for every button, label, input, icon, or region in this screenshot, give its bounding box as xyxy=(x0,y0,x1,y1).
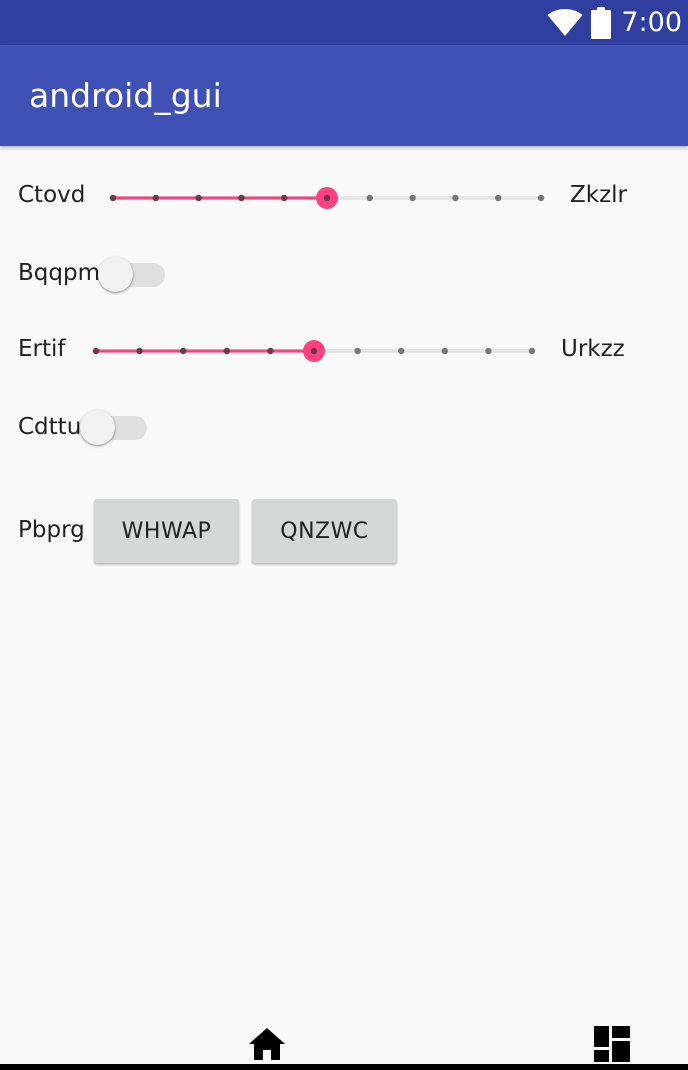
qnzwc-button[interactable]: QNZWC xyxy=(252,499,397,563)
slider-tick xyxy=(452,194,459,202)
status-time: 7:00 xyxy=(621,7,682,38)
slider-tick xyxy=(223,347,230,355)
status-icons: 7:00 xyxy=(547,0,682,45)
whwap-button[interactable]: WHWAP xyxy=(94,499,239,563)
slider-tick xyxy=(409,194,416,202)
switch-bqqpm[interactable] xyxy=(98,255,168,295)
slider-tick xyxy=(366,194,373,202)
slider-tick xyxy=(398,347,405,355)
switch-cdttu-label: Cdttu xyxy=(18,414,82,440)
switch-cdttu[interactable] xyxy=(80,408,150,448)
slider-tick xyxy=(528,347,536,355)
slider-ctovd-label: Ctovd xyxy=(18,182,86,208)
slider-tick xyxy=(152,194,159,202)
nav-bar-edge xyxy=(0,1064,688,1070)
slider-tick xyxy=(495,194,502,202)
slider-tick xyxy=(441,347,448,355)
app-bar: android_gui xyxy=(0,45,688,146)
home-icon[interactable] xyxy=(248,1026,286,1062)
slider-tick xyxy=(537,194,545,202)
slider-tick xyxy=(109,194,117,202)
recents-icon[interactable] xyxy=(594,1026,630,1062)
slider-graphic xyxy=(92,340,536,362)
slider-tick xyxy=(267,347,274,355)
wifi-icon xyxy=(547,8,583,36)
slider-thumb-dot xyxy=(310,347,318,355)
app-title: android_gui xyxy=(29,76,222,115)
switch-thumb xyxy=(98,257,133,292)
slider-graphic xyxy=(109,187,545,209)
status-bar: 7:00 xyxy=(0,0,688,45)
slider-tick xyxy=(195,194,202,202)
slider-thumb-dot xyxy=(323,194,331,202)
slider-tick xyxy=(92,347,100,355)
slider-ertif-end-label: Urkzz xyxy=(561,336,625,362)
navigation-bar xyxy=(0,1010,688,1070)
screen: 7:00 android_gui Ctovd Zkzlr Bqqpm Ertif… xyxy=(0,0,688,1070)
slider-ctovd-end-label: Zkzlr xyxy=(570,182,627,208)
switch-thumb xyxy=(80,410,115,445)
switch-bqqpm-label: Bqqpm xyxy=(18,260,100,286)
slider-tick xyxy=(180,347,187,355)
slider-tick xyxy=(238,194,245,202)
slider-tick xyxy=(485,347,492,355)
battery-icon xyxy=(591,6,612,39)
slider-tick xyxy=(281,194,288,202)
slider-tick xyxy=(136,347,143,355)
slider-ctovd[interactable] xyxy=(109,187,545,209)
slider-ertif[interactable] xyxy=(92,340,536,362)
buttons-row-label: Pbprg xyxy=(18,517,85,543)
slider-tick xyxy=(354,347,361,355)
slider-ertif-label: Ertif xyxy=(18,336,66,362)
